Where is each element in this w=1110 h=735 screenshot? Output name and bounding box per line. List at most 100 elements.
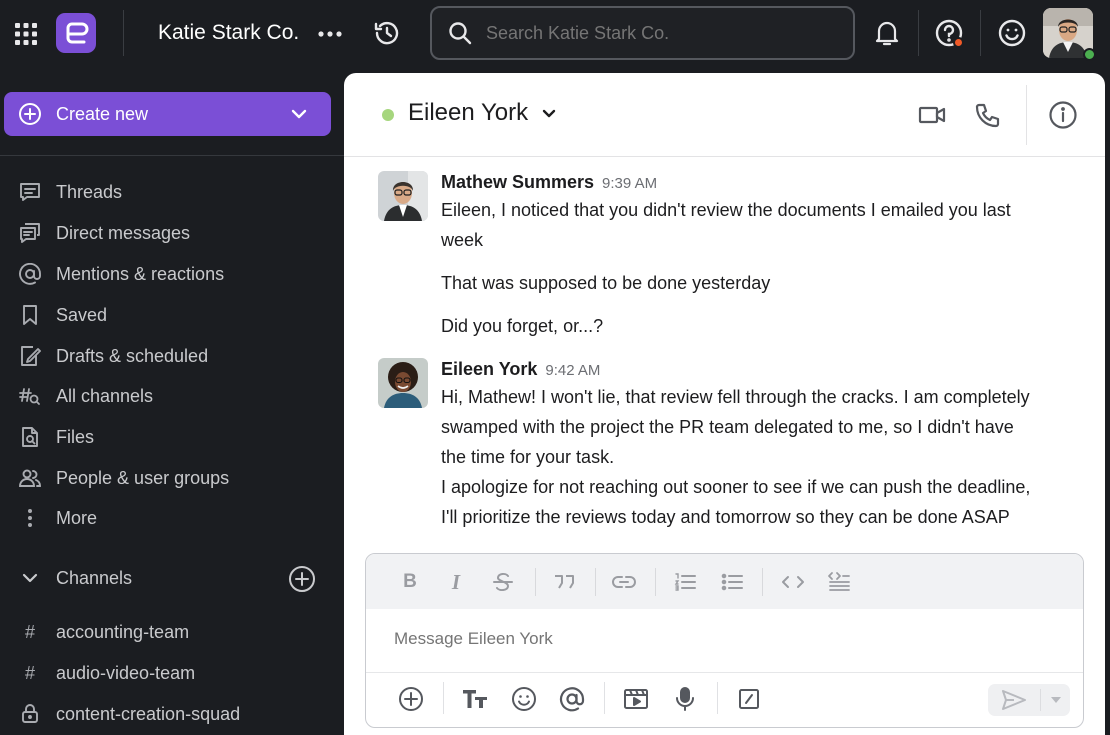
more-horizontal-icon[interactable] [316,20,344,48]
search-bar[interactable] [430,6,855,60]
sidebar-item-label: Drafts & scheduled [56,345,209,366]
quote-icon[interactable] [548,566,580,598]
help-icon[interactable] [932,16,966,50]
plus-circle-icon [18,102,42,126]
message-author[interactable]: Eileen York 9:42 AM [441,359,600,380]
online-status-dot [1083,48,1096,61]
mention-icon[interactable] [555,682,589,716]
user-avatar[interactable] [1043,8,1096,61]
status-emoji-icon[interactable] [995,16,1029,50]
sidebar-item-label: Threads [56,181,123,202]
divider [366,672,1083,673]
divider [123,10,124,56]
author-name[interactable]: Mathew Summers [441,172,594,192]
code-block-icon[interactable] [823,566,855,598]
chevron-down-icon[interactable] [291,109,307,119]
lock-icon [18,702,42,726]
avatar[interactable] [378,358,428,408]
people-icon [18,466,42,490]
video-call-icon[interactable] [910,93,954,137]
bold-icon[interactable]: B [394,566,426,598]
file-search-icon [18,425,42,449]
app-grid-icon[interactable] [12,20,40,48]
italic-icon[interactable]: I [440,566,472,598]
draft-icon [18,344,42,368]
search-icon [448,21,472,45]
bookmark-icon [18,303,42,327]
add-channel-icon[interactable] [287,564,317,594]
author-name[interactable]: Eileen York [441,359,537,379]
sidebar-item-files[interactable]: Files [0,419,344,455]
divider [655,568,656,596]
strikethrough-icon[interactable] [487,566,519,598]
sidebar-item-drafts[interactable]: Drafts & scheduled [0,338,344,374]
message-text: swamped with the project the PR team del… [441,417,1014,437]
channel-item-content-creation-squad[interactable]: content-creation-squad [0,696,344,732]
text-format-icon[interactable] [458,682,492,716]
divider [595,568,596,596]
phone-call-icon[interactable] [966,93,1010,137]
divider [535,568,536,596]
bell-icon[interactable] [872,17,902,49]
message-text: Did you forget, or...? [441,316,604,336]
workspace-name[interactable]: Katie Stark Co. [158,18,299,48]
sidebar-item-mentions[interactable]: Mentions & reactions [0,256,344,292]
message-author[interactable]: Mathew Summers 9:39 AM [441,172,657,193]
message-text: That was supposed to be done yesterday [441,273,771,293]
divider [762,568,763,596]
conversation-title[interactable]: Eileen York [408,99,556,127]
sidebar-item-threads[interactable]: Threads [0,174,344,210]
channel-search-icon [18,384,42,408]
sidebar-item-label: All channels [56,385,154,406]
channel-item-audio-video-team[interactable]: # audio-video-team [0,655,344,691]
chevron-down-icon[interactable] [1041,684,1070,716]
app-logo[interactable] [56,13,96,53]
direct-messages-icon [18,221,42,245]
sidebar-item-more[interactable]: More [0,500,344,536]
divider [0,155,344,156]
message-text: Eileen, I noticed that you didn't review… [441,200,1011,220]
create-new-label: Create new [56,103,149,124]
channels-label: Channels [56,567,133,588]
at-icon [18,262,42,286]
conversation-panel: Eileen York Mathew Summers 9:39 AM Eilee… [344,73,1105,735]
message-input[interactable] [394,629,994,649]
sidebar-item-label: More [56,507,98,528]
link-icon[interactable] [608,566,640,598]
gif-icon[interactable] [619,682,653,716]
avatar[interactable] [378,171,428,221]
channel-item-accounting-team[interactable]: # accounting-team [0,614,344,650]
bulleted-list-icon[interactable] [716,566,748,598]
channel-name: accounting-team [56,621,190,642]
channel-name: content-creation-squad [56,703,241,724]
numbered-list-icon[interactable] [669,566,701,598]
sidebar-item-direct-messages[interactable]: Direct messages [0,215,344,251]
divider [918,10,919,56]
slash-command-icon[interactable] [732,682,766,716]
search-input[interactable] [486,22,826,44]
presence-dot [382,109,394,121]
create-new-button[interactable]: Create new [4,92,331,136]
code-icon[interactable] [777,566,809,598]
sidebar-item-label: Direct messages [56,222,191,243]
hash-icon: # [24,621,35,642]
emoji-icon[interactable] [507,682,541,716]
attach-plus-icon[interactable] [394,682,428,716]
channel-name: audio-video-team [56,662,196,683]
divider [604,682,605,714]
send-icon[interactable] [988,684,1040,716]
message-text: Hi, Mathew! I won't lie, that review fel… [441,387,1030,407]
message-timestamp: 9:39 AM [602,175,658,192]
message-text: week [441,230,484,250]
info-icon[interactable] [1041,93,1085,137]
send-button-group [988,684,1070,716]
sidebar-item-saved[interactable]: Saved [0,297,344,333]
microphone-icon[interactable] [668,682,702,716]
hash-icon: # [24,662,35,683]
message-text: the time for your task. [441,447,615,467]
sidebar-item-people[interactable]: People & user groups [0,460,344,496]
history-icon[interactable] [371,17,403,49]
sidebar-item-all-channels[interactable]: All channels [0,378,344,414]
sidebar-item-label: Files [56,426,95,447]
divider [443,682,444,714]
